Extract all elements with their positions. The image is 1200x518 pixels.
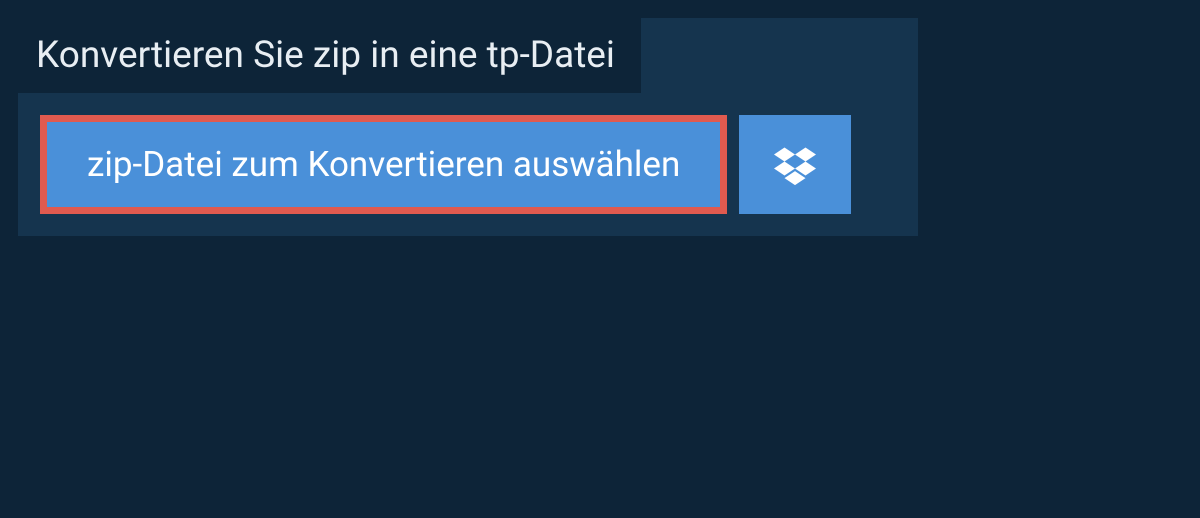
page-title: Konvertieren Sie zip in eine tp-Datei <box>36 34 615 77</box>
dropbox-button[interactable] <box>739 115 851 214</box>
dropbox-icon <box>774 144 816 186</box>
select-file-button[interactable]: zip-Datei zum Konvertieren auswählen <box>40 115 727 214</box>
title-bar: Konvertieren Sie zip in eine tp-Datei <box>18 18 641 93</box>
converter-panel: Konvertieren Sie zip in eine tp-Datei zi… <box>18 18 918 236</box>
select-file-label: zip-Datei zum Konvertieren auswählen <box>87 144 680 185</box>
button-row: zip-Datei zum Konvertieren auswählen <box>18 115 918 214</box>
